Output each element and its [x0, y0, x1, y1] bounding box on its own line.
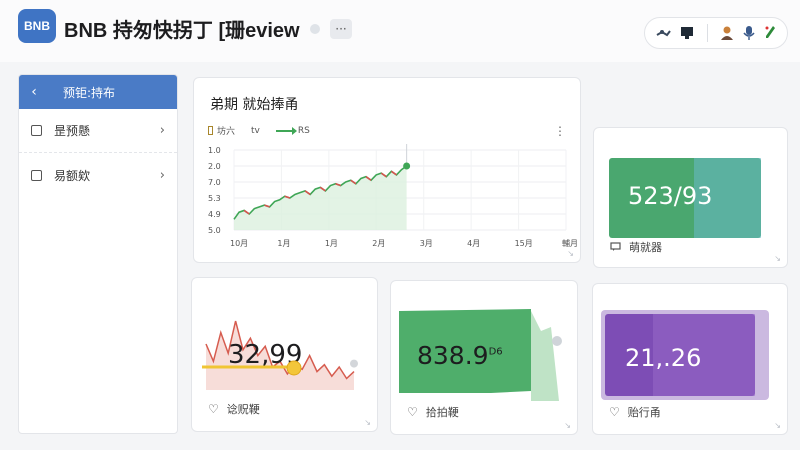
metric-card-green-top[interactable]: 523/93 萌就器 ↘	[593, 127, 788, 268]
sidebar: ‹ 预钜:持布 昰预懸 › 易额欸 ›	[18, 74, 178, 434]
y-tick-label: 5.3	[208, 194, 221, 203]
app-header: BNB BNB 持匆快拐丁 [珊eview ···	[0, 0, 800, 62]
card-footer-label: 贻行甬	[627, 406, 661, 419]
back-arrow-icon[interactable]: ‹	[19, 84, 49, 100]
metric-value: 523/93	[628, 182, 713, 210]
heart-icon[interactable]: ♡	[208, 402, 219, 416]
share-icon[interactable]	[655, 25, 671, 41]
resize-handle-icon[interactable]: ↘	[364, 418, 371, 427]
card-footer-label: 拾拍鞕	[425, 406, 459, 419]
resize-handle-icon[interactable]: ↘	[564, 421, 571, 430]
card-footer: 萌就器	[610, 239, 662, 255]
metric-card-red[interactable]: 32,99 ♡ 谂贶鞕 ↘	[191, 277, 378, 432]
x-tick-label: 1月	[325, 239, 338, 248]
sidebar-item-label: 易额欸	[54, 168, 91, 183]
x-tick-label: 輔月	[562, 238, 578, 248]
x-tick-label: 10月	[230, 239, 248, 248]
trend-chart-card: 弟期 就始捧甬 坊六 tv RS ⋮ 1.0 2.0 7.0 5.3 4.9 5.0 10月…	[193, 77, 581, 263]
x-tick-label: 1月	[277, 239, 290, 248]
sidebar-item-checkbox[interactable]	[31, 169, 42, 181]
toolbar-group	[644, 17, 788, 49]
y-tick-label: 2.0	[208, 162, 221, 171]
y-tick-label: 4.9	[208, 210, 221, 219]
metric-value: 838.9D6	[417, 341, 503, 370]
user-avatar-icon[interactable]	[720, 25, 734, 41]
x-tick-label: 2月	[372, 239, 385, 248]
chevron-right-icon: ›	[159, 123, 165, 138]
resize-handle-icon[interactable]: ↘	[774, 421, 781, 430]
x-tick-label: 4月	[467, 239, 480, 248]
microphone-icon[interactable]	[742, 25, 756, 41]
metric-value-main: 838.9	[417, 341, 489, 370]
resize-handle-icon[interactable]: ↘	[567, 249, 574, 258]
chevron-right-icon: ›	[159, 167, 165, 183]
line-chart: 1.0 2.0 7.0 5.3 4.9 5.0 10月 1月 1月 2月 3月 4月 15月 輔月	[208, 144, 578, 248]
resize-handle-icon[interactable]: ↘	[774, 254, 781, 263]
app-logo: BNB	[18, 9, 56, 43]
chat-icon	[610, 242, 621, 251]
status-dot-icon	[310, 24, 320, 34]
y-tick-label: 1.0	[208, 146, 221, 155]
sidebar-title: 预钜:持布	[63, 85, 116, 100]
sidebar-item-2[interactable]: 易额欸 ›	[19, 153, 177, 197]
heart-icon[interactable]: ♡	[609, 405, 620, 419]
sidebar-item-checkbox[interactable]	[31, 125, 42, 136]
x-tick-label: 15月	[515, 239, 533, 248]
monitor-icon[interactable]	[679, 25, 695, 41]
y-tick-label: 7.0	[208, 178, 221, 187]
heart-icon[interactable]: ♡	[407, 405, 418, 419]
card-footer: ♡ 贻行甬	[609, 404, 661, 420]
toolbar-divider	[707, 24, 708, 42]
series-end-point	[403, 162, 411, 170]
metric-card-purple[interactable]: 21,.26 ♡ 贻行甬 ↘	[592, 283, 788, 435]
y-tick-label: 5.0	[208, 226, 221, 235]
metric-value: 21,.26	[625, 344, 702, 372]
card-footer-label: 谂贶鞕	[226, 403, 260, 416]
sidebar-item-label: 昰预懸	[54, 124, 91, 138]
card-footer: ♡ 拾拍鞕	[407, 404, 459, 420]
sidebar-item-1[interactable]: 昰预懸 ›	[19, 109, 177, 153]
card-footer: ♡ 谂贶鞕	[208, 401, 260, 417]
x-tick-label: 3月	[420, 239, 433, 248]
more-options-button[interactable]: ···	[330, 19, 352, 39]
edit-icon[interactable]	[763, 25, 777, 41]
page-title: BNB 持匆快拐丁 [珊eview	[64, 20, 300, 42]
metric-value-sup: D6	[488, 346, 503, 358]
metric-card-green-mid[interactable]: 838.9D6 ♡ 拾拍鞕 ↘	[390, 280, 578, 435]
card-footer-label: 萌就器	[629, 241, 662, 254]
sidebar-header: ‹ 预钜:持布	[19, 75, 177, 109]
